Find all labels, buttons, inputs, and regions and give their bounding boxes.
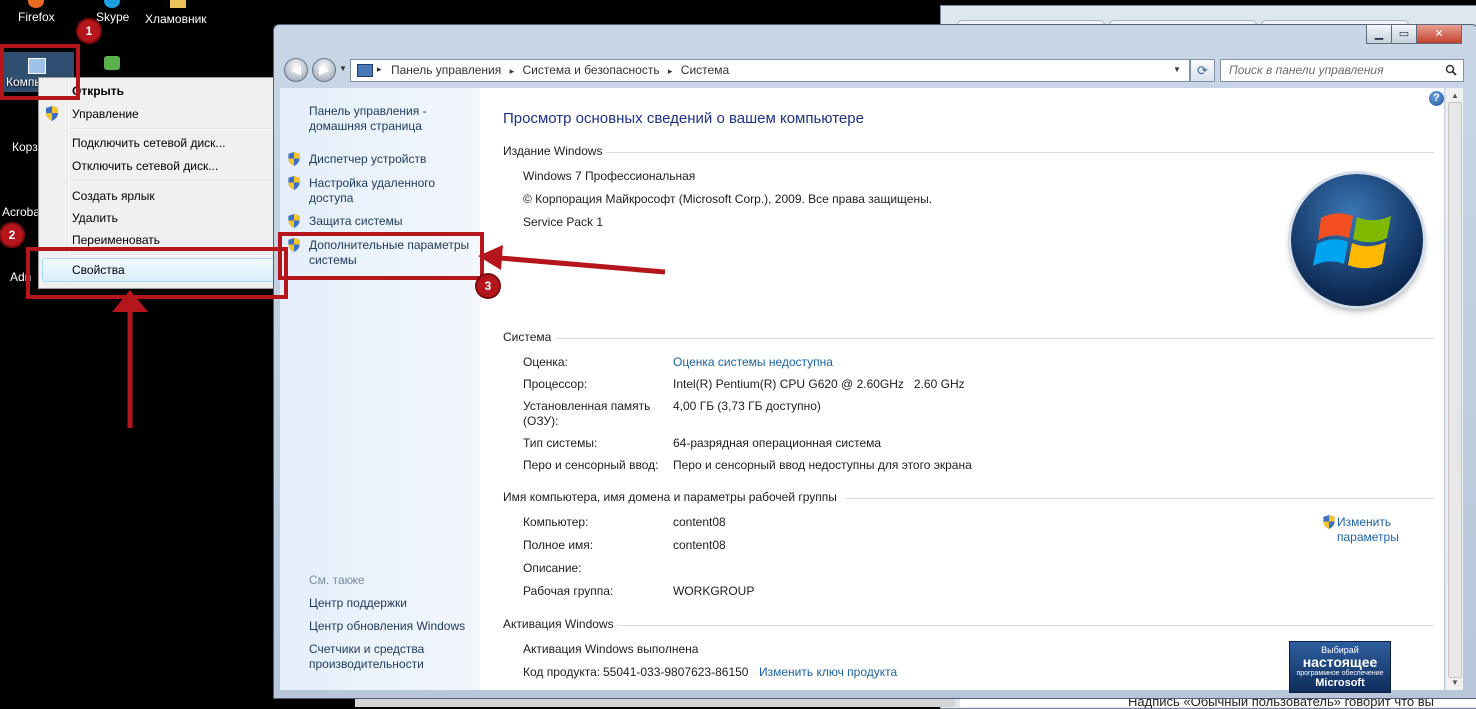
annotation-arrows — [112, 245, 666, 428]
annotation-marker-3: 3 — [477, 275, 499, 297]
annotation-marker-1: 1 — [78, 20, 100, 42]
annotation-marker-2: 2 — [1, 224, 23, 246]
